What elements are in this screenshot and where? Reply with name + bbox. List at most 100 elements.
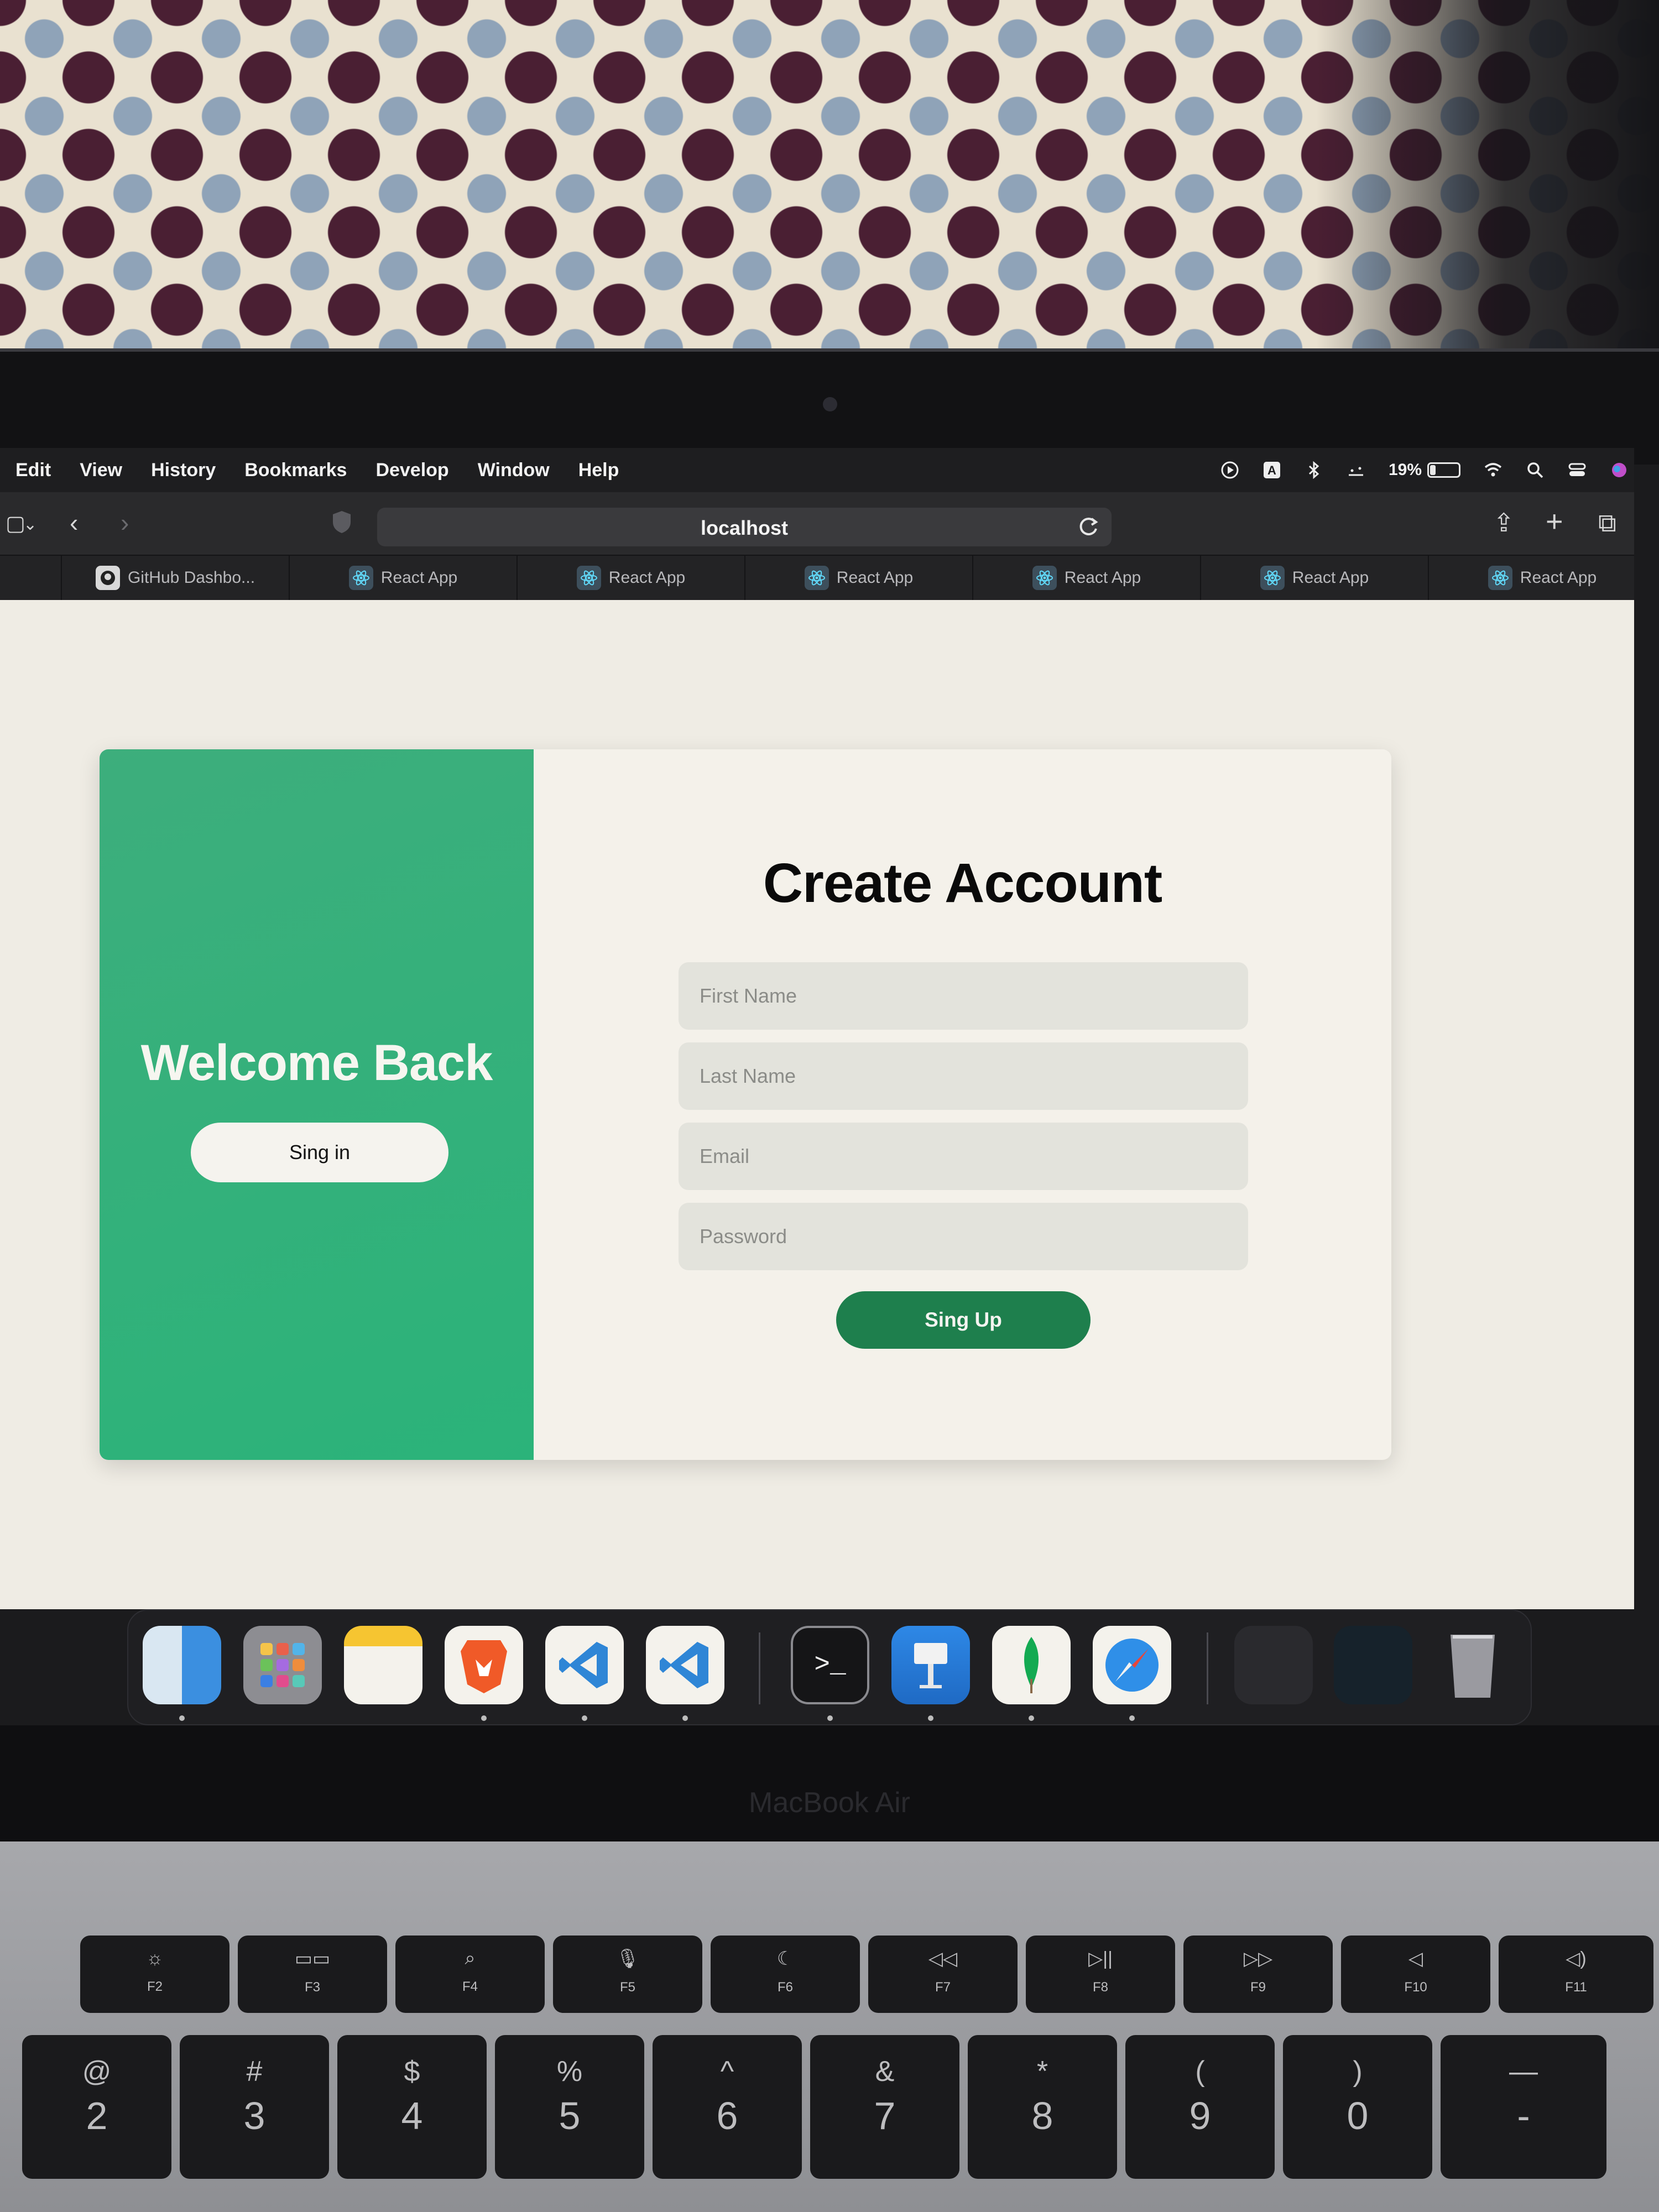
- tab-react-app-4[interactable]: React App: [973, 556, 1201, 600]
- brave-icon[interactable]: [445, 1626, 523, 1704]
- menu-view[interactable]: View: [80, 460, 122, 481]
- running-indicator: [928, 1715, 933, 1721]
- menu-bookmarks[interactable]: Bookmarks: [244, 460, 347, 481]
- play-icon[interactable]: [1220, 461, 1239, 479]
- last-name-input[interactable]: [679, 1042, 1248, 1110]
- react-icon: [804, 566, 829, 590]
- siri-icon[interactable]: [1610, 461, 1629, 479]
- key-f8: ▷|| F8: [1026, 1936, 1175, 2013]
- email-input[interactable]: [679, 1123, 1248, 1190]
- new-tab-plus-icon[interactable]: +: [1546, 507, 1563, 536]
- minimized-window-thumbnail[interactable]: [1334, 1626, 1412, 1704]
- tab-label: React App: [836, 568, 914, 587]
- address-bar[interactable]: localhost: [377, 508, 1112, 546]
- key-2: @2: [22, 2035, 171, 2179]
- laptop-brand-label: MacBook Air: [749, 1787, 910, 1819]
- running-indicator: [682, 1715, 688, 1721]
- menu-edit[interactable]: Edit: [15, 460, 51, 481]
- sign-up-button[interactable]: Sing Up: [836, 1291, 1091, 1349]
- control-center-icon[interactable]: [1568, 461, 1587, 479]
- safari-icon[interactable]: [1093, 1626, 1171, 1704]
- vscode-icon[interactable]: [646, 1626, 724, 1704]
- terminal-icon[interactable]: >_: [791, 1626, 869, 1704]
- spotlight-search-icon[interactable]: [1526, 461, 1545, 479]
- menu-window[interactable]: Window: [478, 460, 550, 481]
- share-icon[interactable]: ⇪: [1493, 510, 1515, 535]
- bluetooth-icon[interactable]: [1305, 461, 1323, 479]
- menu-develop[interactable]: Develop: [375, 460, 448, 481]
- battery-indicator[interactable]: 19%: [1389, 461, 1460, 479]
- laptop-bottom-bezel: [0, 1725, 1659, 1841]
- tab-react-app-3[interactable]: React App: [745, 556, 973, 600]
- tab-label: React App: [1292, 568, 1369, 587]
- tab-react-app-2[interactable]: React App: [518, 556, 745, 600]
- launchpad-icon[interactable]: [243, 1626, 322, 1704]
- minimized-window-thumbnail[interactable]: [1234, 1626, 1313, 1704]
- tab-bar: GitHub Dashbo... React App React App Rea…: [0, 556, 1634, 600]
- menu-extra-icon[interactable]: [1347, 461, 1365, 479]
- keynote-icon[interactable]: [891, 1626, 970, 1704]
- first-name-input[interactable]: [679, 962, 1248, 1030]
- forward-arrow-icon[interactable]: ›: [121, 510, 129, 535]
- notes-icon[interactable]: [344, 1626, 422, 1704]
- key-f7: ◁◁ F7: [868, 1936, 1018, 2013]
- react-icon: [576, 566, 601, 590]
- tab-label: React App: [380, 568, 458, 587]
- welcome-panel: Welcome Back Sing in: [100, 749, 534, 1460]
- wifi-icon[interactable]: [1484, 461, 1503, 479]
- tab-github-dashboard[interactable]: GitHub Dashbo...: [62, 556, 290, 600]
- sidebar-toggle-icon[interactable]: ▢: [6, 511, 25, 536]
- sign-in-button[interactable]: Sing in: [191, 1123, 448, 1182]
- chevron-down-icon[interactable]: ⌄: [23, 512, 37, 538]
- privacy-shield-icon[interactable]: [331, 510, 353, 534]
- tab-label: React App: [1064, 568, 1141, 587]
- key-f3: ▭▭ F3: [238, 1936, 387, 2013]
- key-3: #3: [180, 2035, 329, 2179]
- tab-overview-icon[interactable]: ⧉: [1598, 510, 1616, 535]
- mongodb-compass-icon[interactable]: [992, 1626, 1071, 1704]
- key-8: * 8: [968, 2035, 1117, 2179]
- signup-panel: Create Account Sing Up: [534, 749, 1391, 1460]
- key-9: (9: [1125, 2035, 1275, 2179]
- camera-icon: [823, 397, 837, 411]
- key-5: % 5: [495, 2035, 644, 2179]
- tab-partial[interactable]: [0, 556, 62, 600]
- tab-react-app-5[interactable]: React App: [1201, 556, 1429, 600]
- tab-react-app-1[interactable]: React App: [290, 556, 518, 600]
- menu-history[interactable]: History: [151, 460, 216, 481]
- battery-percent: 19%: [1388, 461, 1422, 479]
- tab-react-app-6[interactable]: React App: [1429, 556, 1634, 600]
- trash-icon[interactable]: [1433, 1626, 1512, 1704]
- menu-help[interactable]: Help: [578, 460, 619, 481]
- url-text: localhost: [700, 517, 789, 539]
- key-f9: ▷▷ F9: [1183, 1936, 1333, 2013]
- page-viewport: Welcome Back Sing in Create Account Sing…: [0, 600, 1634, 1609]
- password-input[interactable]: [679, 1203, 1248, 1270]
- auth-card: Welcome Back Sing in Create Account Sing…: [100, 749, 1391, 1460]
- running-indicator: [1029, 1715, 1034, 1721]
- reload-icon[interactable]: [1076, 514, 1102, 540]
- react-icon: [348, 566, 373, 590]
- running-indicator: [582, 1715, 587, 1721]
- tab-label: React App: [608, 568, 686, 587]
- welcome-title: Welcome Back: [140, 1035, 493, 1091]
- running-indicator: [481, 1715, 487, 1721]
- tab-label: React App: [1520, 568, 1597, 587]
- running-indicator: [1129, 1715, 1135, 1721]
- key-f5: 🎙 F5: [553, 1936, 702, 2013]
- key-6: ^ 6: [653, 2035, 802, 2179]
- vscode-icon[interactable]: [545, 1626, 624, 1704]
- key-7: & 7: [810, 2035, 959, 2179]
- input-source-icon[interactable]: A: [1262, 461, 1281, 479]
- back-arrow-icon[interactable]: ‹: [70, 510, 78, 535]
- background-shadow: [1316, 0, 1659, 354]
- react-icon: [1260, 566, 1285, 590]
- key-0: ) 0: [1283, 2035, 1432, 2179]
- react-icon: [1032, 566, 1057, 590]
- running-indicator: [827, 1715, 833, 1721]
- tab-label: GitHub Dashbo...: [127, 568, 255, 587]
- macos-menu-bar: Edit View History Bookmarks Develop Wind…: [0, 448, 1634, 492]
- react-icon: [1488, 566, 1512, 590]
- finder-icon[interactable]: [143, 1626, 221, 1704]
- key-minus: — -: [1441, 2035, 1606, 2179]
